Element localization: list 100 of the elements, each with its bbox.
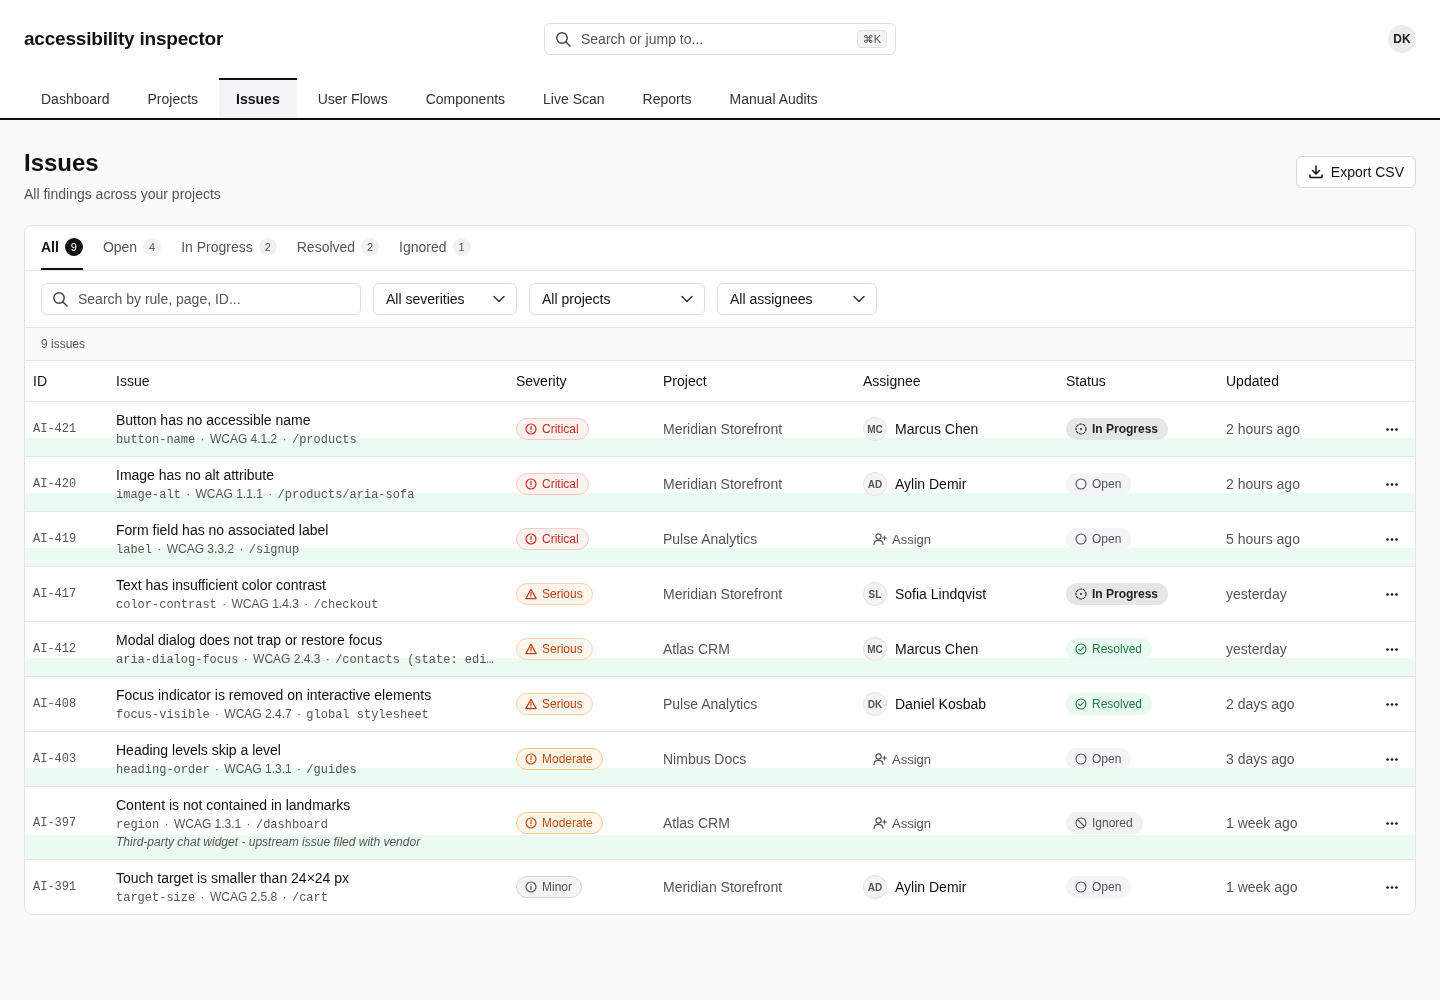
nav-tab[interactable]: User Flows [300,78,405,118]
status-tab[interactable]: Open 4 [102,226,162,270]
severity-label: Minor [542,880,572,894]
severity-label: Critical [542,532,579,546]
issue-title: Focus indicator is removed on interactive elements [116,686,432,705]
export-button[interactable]: Export CSV [1295,156,1416,188]
status-label: Open [1092,880,1122,894]
nav-tab[interactable]: Live Scan [526,78,622,118]
circle-icon [1075,478,1087,490]
assignee-name: Marcus Chen [895,641,979,657]
count-badge: 2 [361,238,380,256]
search-icon [52,291,68,307]
assignee-avatar: AD [863,875,887,899]
issue-note: Third-party chat widget - upstream issue filed with vendor [116,834,421,851]
more-icon [1386,482,1398,486]
check-circle-icon [1075,643,1087,655]
severity-label: Critical [542,477,579,491]
filter-dropdown[interactable]: All projects [529,283,705,315]
status-label: Resolved [1092,697,1143,711]
issue-id: AI-420 [33,477,78,491]
info-icon [525,881,537,893]
updated-time: 2 days ago [1226,696,1296,712]
more-icon [1386,592,1398,596]
nav-tab[interactable]: Manual Audits [712,78,835,118]
project-name: Atlas CRM [663,641,731,657]
warning-icon [525,643,537,655]
status-tab[interactable]: Resolved 2 [296,226,380,270]
warning-icon [525,588,537,600]
updated-time: 2 hours ago [1226,476,1301,492]
issue-title: Touch target is smaller than 24×24 px [116,869,350,888]
search-icon [555,31,571,47]
dashed-circle-icon [1075,588,1087,600]
nav-tab[interactable]: Components [408,78,523,118]
count-badge: 1 [452,238,471,256]
status-tab[interactable]: All 9 [41,226,83,270]
issue-search-field[interactable]: Search by rule, page, ID... [41,283,361,315]
circle-icon [1075,533,1087,545]
status-label: Open [1092,532,1122,546]
status-label: Open [1092,477,1122,491]
updated-time: yesterday [1226,641,1288,657]
count-badge: 2 [258,238,277,256]
assignee-avatar: DK [863,692,887,716]
project-name: Pulse Analytics [663,531,759,547]
more-icon [1386,885,1398,889]
more-icon [1386,821,1398,825]
severity-label: Moderate [542,752,593,766]
assignee-name: Aylin Demir [895,476,967,492]
issue-id: AI-421 [33,422,78,436]
assignee-avatar: SL [863,582,887,606]
status-label: Ignored [1092,816,1133,830]
assignee-name: Sofia Lindqvist [895,586,987,602]
filter-dropdown[interactable]: All severities [373,283,517,315]
status-label: Resolved [1092,642,1143,656]
result-count: 9 issues [41,337,86,351]
status-label: In Progress [1092,422,1159,436]
issue-meta: region · WCAG 1.3.1 · /dashboard [116,816,328,833]
nav-tab[interactable]: Issues [219,78,297,118]
updated-time: 3 days ago [1226,751,1296,767]
chevron-down-icon [493,293,505,305]
assign-button[interactable]: Assign [873,751,932,767]
issue-title: Image has no alt attribute [116,466,274,485]
user-avatar[interactable]: DK [1388,25,1416,53]
status-tab[interactable]: In Progress 2 [181,226,277,270]
nav-tab[interactable]: Reports [625,78,709,118]
assign-button[interactable]: Assign [873,531,932,547]
more-icon [1386,757,1398,761]
issue-meta: focus-visible · WCAG 2.4.7 · global stylesheet [116,706,429,723]
column-header: Issue [116,373,151,389]
issue-title: Button has no accessible name [116,411,311,430]
chevron-down-icon [853,293,865,305]
issue-id: AI-412 [33,642,78,656]
nav-tab[interactable]: Projects [130,78,216,118]
user-plus-icon [873,816,887,830]
column-header: Assignee [863,373,922,389]
issue-title: Content is not contained in landmarks [116,796,351,815]
project-name: Meridian Storefront [663,476,784,492]
circle-icon [1075,881,1087,893]
issue-meta: button-name · WCAG 4.1.2 · /products [116,431,357,448]
count-badge: 9 [64,238,83,256]
warning-icon [525,698,537,710]
assignee-name: Daniel Kosbab [895,696,987,712]
assignee-avatar: AD [863,472,887,496]
issue-id: AI-391 [33,880,78,894]
nav-tab[interactable]: Dashboard [24,78,127,118]
filter-dropdown[interactable]: All assignees [717,283,877,315]
shortcut-hint: ⌘K [856,30,887,48]
project-name: Nimbus Docs [663,751,748,767]
assignee-avatar: MC [863,417,887,441]
dashed-circle-icon [1075,423,1087,435]
issue-meta: aria-dialog-focus · WCAG 2.4.3 · /contacts (state: edi… [116,651,494,668]
count-badge: 4 [143,238,162,256]
issue-title: Text has insufficient color contrast [116,576,326,595]
alert-circle-icon [525,533,537,545]
status-tab[interactable]: Ignored 1 [399,226,471,270]
issue-id: AI-397 [33,816,78,830]
check-circle-icon [1075,698,1087,710]
alert-circle-icon [525,423,537,435]
assign-button[interactable]: Assign [873,815,932,831]
more-icon [1386,537,1398,541]
column-header: Project [663,373,708,389]
